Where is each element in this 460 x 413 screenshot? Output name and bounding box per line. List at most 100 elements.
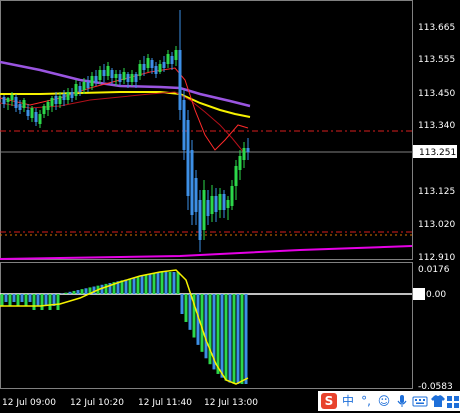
candle-body [31, 108, 34, 118]
candle-body [131, 74, 134, 82]
histogram-bar [81, 289, 84, 294]
price-tick-label: 113.020 [418, 220, 455, 230]
histogram-bar [5, 294, 8, 302]
ma-purple-line [0, 62, 250, 106]
histogram-bar [157, 272, 160, 294]
candle-body [247, 148, 250, 152]
histogram-bar [41, 294, 44, 310]
candle-body [87, 82, 90, 88]
candle-body [219, 194, 222, 210]
histogram-bar [181, 294, 184, 314]
candle-body [19, 104, 22, 110]
candle-body [223, 194, 226, 210]
main-pane[interactable] [0, 10, 412, 259]
histogram-bar [73, 291, 76, 294]
histogram-bar [233, 294, 236, 384]
histogram-bar [129, 279, 132, 294]
candle-body [39, 114, 42, 124]
candle-body [167, 54, 170, 64]
histogram-bar [57, 294, 60, 310]
histogram-bar [241, 294, 244, 384]
indicator-pane[interactable] [0, 270, 412, 384]
current-price-label: 113.251 [419, 148, 456, 158]
candle-body [175, 50, 178, 60]
histogram-bar [221, 294, 224, 378]
candle-body [119, 74, 122, 82]
time-tick-label: 12 Jul 11:40 [138, 398, 192, 408]
candle-body [15, 97, 18, 108]
candle-body [203, 190, 206, 230]
candle-body [51, 98, 54, 106]
histogram-bar [65, 293, 68, 294]
candle-body [171, 56, 174, 64]
candle-body [151, 60, 154, 68]
candle-body [7, 98, 10, 102]
candle-body [243, 148, 246, 160]
emoji-icon[interactable]: ☺ [376, 393, 392, 409]
candle-body [127, 74, 130, 82]
price-axis: 113.665 113.555 113.450 113.340 113.125 … [418, 23, 455, 263]
microphone-icon[interactable] [394, 393, 410, 409]
price-tick-label: 113.125 [418, 187, 455, 197]
candle-body [147, 58, 150, 68]
histogram-bar [21, 294, 24, 302]
candle-body [143, 64, 146, 70]
candle-body [111, 70, 114, 78]
toolbox-grid-icon[interactable] [446, 393, 460, 409]
candle-body [139, 64, 142, 76]
punctuation-toggle[interactable]: °, [358, 393, 374, 409]
candle-body [79, 86, 82, 92]
candle-body [211, 196, 214, 214]
histogram-bar [229, 294, 232, 383]
candle-body [55, 96, 58, 104]
candle-body [47, 102, 50, 110]
candle-body [159, 64, 162, 72]
candle-body [123, 72, 126, 80]
current-price-tag: 113.251 [413, 145, 457, 158]
histogram-bar [225, 294, 228, 381]
candle-body [107, 66, 110, 76]
price-tick-label: 113.555 [418, 55, 455, 65]
lang-toggle[interactable]: 中 [340, 393, 356, 409]
keyboard-icon[interactable] [412, 393, 428, 409]
price-tick-label: 113.340 [418, 121, 455, 131]
histogram-bar [161, 272, 164, 294]
candle-body [191, 150, 194, 215]
candle-body [195, 178, 198, 212]
candle-body [83, 82, 86, 90]
candle-body [187, 120, 190, 196]
histogram-bar [205, 294, 208, 358]
skin-shirt-icon[interactable] [430, 393, 446, 409]
time-tick-label: 12 Jul 13:00 [204, 398, 258, 408]
ime-toolbar[interactable]: S 中 °, ☺ [318, 391, 460, 411]
histogram-bar [25, 294, 28, 306]
histogram-bar [173, 272, 176, 294]
histogram-bar [137, 277, 140, 294]
histogram-bar [37, 294, 40, 306]
candle-body [183, 100, 186, 150]
candle-body [207, 200, 210, 216]
histogram-bar [33, 294, 36, 310]
price-chart[interactable]: 113.665 113.555 113.450 113.340 113.125 … [0, 0, 460, 411]
candle-body [239, 156, 242, 170]
histogram-bar [29, 294, 32, 302]
candle-body [163, 62, 166, 68]
indicator-tick-label: 0.00 [426, 290, 446, 300]
candle-body [3, 97, 6, 104]
candle-body [71, 92, 74, 98]
time-tick-label: 12 Jul 09:00 [2, 398, 56, 408]
time-tick-label: 12 Jul 10:20 [70, 398, 124, 408]
histogram-bar [149, 274, 152, 294]
histogram-bar [69, 292, 72, 294]
candle-body [91, 76, 94, 86]
candle-body [115, 74, 118, 78]
sogou-s-icon[interactable]: S [321, 393, 337, 409]
histogram-bar [169, 272, 172, 294]
candle-body [95, 76, 98, 82]
indicator-zero-tag [413, 288, 425, 300]
candle-body [199, 200, 202, 240]
histogram-bar [9, 294, 12, 306]
candle-body [11, 95, 14, 100]
histogram-bar [49, 294, 52, 310]
candle-body [99, 70, 102, 80]
